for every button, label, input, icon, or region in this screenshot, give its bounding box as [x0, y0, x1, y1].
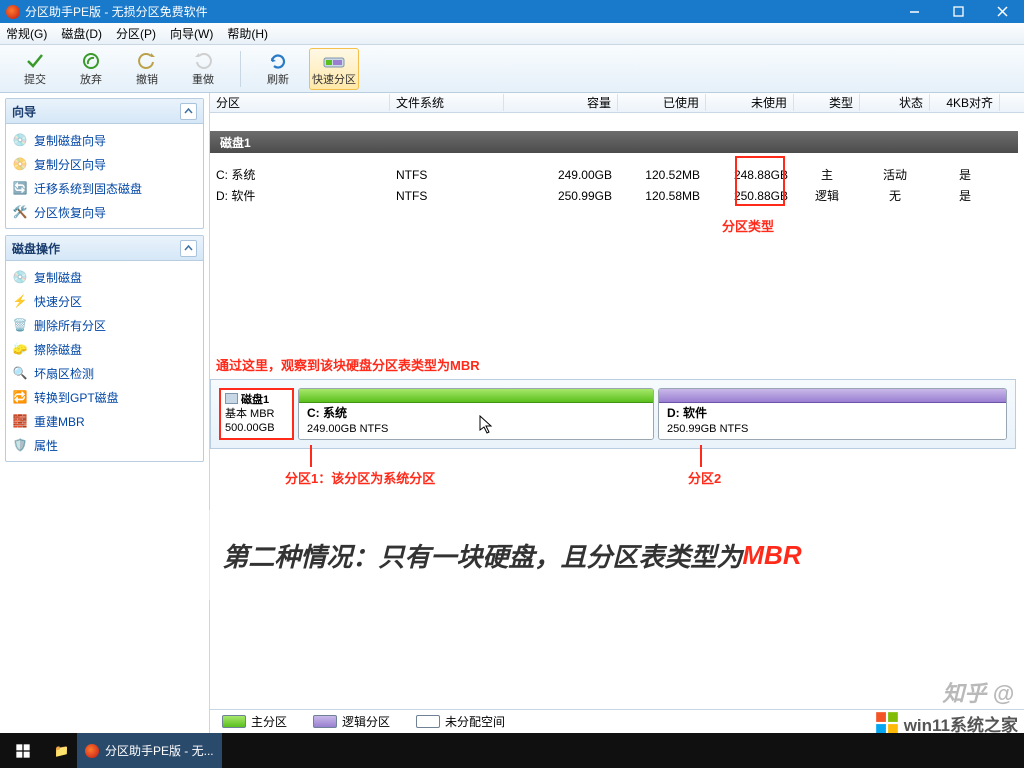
convert-icon: 🔁 — [12, 389, 28, 405]
disk-icon — [225, 393, 238, 404]
quick-partition-button[interactable]: 快速分区 — [309, 48, 359, 90]
table-row[interactable]: C: 系统 NTFS 249.00GB 120.52MB 248.88GB 主 … — [210, 163, 1024, 184]
discard-button[interactable]: 放弃 — [66, 48, 116, 90]
erase-icon: 🧽 — [12, 341, 28, 357]
col-status[interactable]: 状态 — [860, 94, 930, 111]
legend-primary: 主分区 — [222, 713, 287, 730]
scan-icon: 🔍 — [12, 365, 28, 381]
content-area: 分区 文件系统 容量 已使用 未使用 类型 状态 4KB对齐 磁盘1 C: 系统… — [210, 93, 1024, 733]
quick-partition-icon — [323, 51, 345, 71]
taskbar-explorer[interactable]: 📁 — [46, 733, 77, 768]
toolbar: 提交 放弃 撤销 重做 刷新 快速分区 — [0, 45, 1024, 93]
wizard-panel-header[interactable]: 向导 — [6, 99, 203, 124]
redo-button[interactable]: 重做 — [178, 48, 228, 90]
menu-wizard[interactable]: 向导(W) — [170, 25, 213, 42]
op-properties[interactable]: 🛡️属性 — [8, 433, 201, 457]
quick-icon: ⚡ — [12, 293, 28, 309]
annotation-p1: 分区1：该分区为系统分区 — [285, 468, 435, 487]
wizard-panel: 向导 💿复制磁盘向导 📀复制分区向导 🔄迁移系统到固态磁盘 🛠️分区恢复向导 — [5, 98, 204, 229]
chevron-up-icon[interactable] — [180, 240, 197, 257]
taskbar-app[interactable]: 分区助手PE版 - 无... — [77, 733, 222, 768]
menu-bar: 常规(G) 磁盘(D) 分区(P) 向导(W) 帮助(H) — [0, 23, 1024, 45]
disk-group-header[interactable]: 磁盘1 — [210, 131, 1018, 153]
op-rebuild-mbr[interactable]: 🧱重建MBR — [8, 409, 201, 433]
menu-help[interactable]: 帮助(H) — [227, 25, 268, 42]
col-align[interactable]: 4KB对齐 — [930, 94, 1000, 111]
disk-brick[interactable]: 磁盘1 基本 MBR 500.00GB — [219, 388, 294, 440]
disk-copy-icon: 💿 — [12, 132, 28, 148]
commit-button[interactable]: 提交 — [10, 48, 60, 90]
title-bar: 分区助手PE版 - 无损分区免费软件 — [0, 0, 1024, 23]
legend-unalloc: 未分配空间 — [416, 713, 505, 730]
copy-disk-icon: 💿 — [12, 269, 28, 285]
disk-ops-panel: 磁盘操作 💿复制磁盘 ⚡快速分区 🗑️删除所有分区 🧽擦除磁盘 🔍坏扇区检测 🔁… — [5, 235, 204, 462]
left-sidebar: 向导 💿复制磁盘向导 📀复制分区向导 🔄迁移系统到固态磁盘 🛠️分区恢复向导 磁… — [0, 93, 210, 733]
undo-icon — [137, 51, 157, 71]
partition-block-c[interactable]: C: 系统249.00GB NTFS — [298, 388, 654, 440]
annotation-type-box — [735, 156, 785, 206]
op-delete-all[interactable]: 🗑️删除所有分区 — [8, 313, 201, 337]
wizard-copy-partition[interactable]: 📀复制分区向导 — [8, 152, 201, 176]
annotation-banner: 第二种情况：只有一块硬盘，且分区表类型为MBR — [0, 510, 1024, 600]
watermark-zhihu: 知乎 @ — [942, 676, 1014, 708]
col-capacity[interactable]: 容量 — [504, 94, 618, 111]
wizard-migrate-ssd[interactable]: 🔄迁移系统到固态磁盘 — [8, 176, 201, 200]
start-button[interactable] — [0, 733, 46, 768]
op-bad-sector[interactable]: 🔍坏扇区检测 — [8, 361, 201, 385]
op-copy-disk[interactable]: 💿复制磁盘 — [8, 265, 201, 289]
annotation-arrow-2 — [700, 445, 702, 467]
minimize-button[interactable] — [892, 0, 936, 23]
disk-ops-header[interactable]: 磁盘操作 — [6, 236, 203, 261]
migrate-icon: 🔄 — [12, 180, 28, 196]
menu-general[interactable]: 常规(G) — [6, 25, 47, 42]
check-icon — [25, 51, 45, 71]
disk-map: 磁盘1 基本 MBR 500.00GB C: 系统249.00GB NTFS D… — [210, 379, 1016, 449]
menu-disk[interactable]: 磁盘(D) — [61, 25, 102, 42]
annotation-observation: 通过这里，观察到该块硬盘分区表类型为MBR — [216, 355, 480, 374]
op-quick-partition[interactable]: ⚡快速分区 — [8, 289, 201, 313]
maximize-button[interactable] — [936, 0, 980, 23]
refresh-icon — [268, 51, 288, 71]
folder-icon: 📁 — [54, 744, 69, 758]
partition-copy-icon: 📀 — [12, 156, 28, 172]
op-convert-gpt[interactable]: 🔁转换到GPT磁盘 — [8, 385, 201, 409]
col-used[interactable]: 已使用 — [618, 94, 706, 111]
app-icon — [85, 744, 99, 758]
discard-icon — [81, 51, 101, 71]
taskbar: 📁 分区助手PE版 - 无... — [0, 733, 1024, 768]
rebuild-icon: 🧱 — [12, 413, 28, 429]
table-header: 分区 文件系统 容量 已使用 未使用 类型 状态 4KB对齐 — [210, 93, 1024, 113]
col-fs[interactable]: 文件系统 — [390, 94, 504, 111]
legend-logical: 逻辑分区 — [313, 713, 390, 730]
annotation-type-label: 分区类型 — [722, 216, 774, 235]
annotation-arrow-1 — [310, 445, 312, 467]
annotation-p2: 分区2 — [688, 468, 721, 487]
delete-icon: 🗑️ — [12, 317, 28, 333]
refresh-button[interactable]: 刷新 — [253, 48, 303, 90]
wizard-recover-partition[interactable]: 🛠️分区恢复向导 — [8, 200, 201, 224]
cursor-icon — [479, 415, 495, 440]
window-title: 分区助手PE版 - 无损分区免费软件 — [25, 3, 208, 20]
undo-button[interactable]: 撤销 — [122, 48, 172, 90]
op-erase-disk[interactable]: 🧽擦除磁盘 — [8, 337, 201, 361]
properties-icon: 🛡️ — [12, 437, 28, 453]
table-row[interactable]: D: 软件 NTFS 250.99GB 120.58MB 250.88GB 逻辑… — [210, 184, 1024, 205]
recover-icon: 🛠️ — [12, 204, 28, 220]
col-type[interactable]: 类型 — [794, 94, 860, 111]
menu-partition[interactable]: 分区(P) — [116, 25, 156, 42]
col-partition[interactable]: 分区 — [210, 94, 390, 111]
close-button[interactable] — [980, 0, 1024, 23]
wizard-copy-disk[interactable]: 💿复制磁盘向导 — [8, 128, 201, 152]
chevron-up-icon[interactable] — [180, 103, 197, 120]
redo-icon — [193, 51, 213, 71]
partition-block-d[interactable]: D: 软件250.99GB NTFS — [658, 388, 1007, 440]
col-free[interactable]: 未使用 — [706, 94, 794, 111]
app-icon — [6, 5, 20, 19]
